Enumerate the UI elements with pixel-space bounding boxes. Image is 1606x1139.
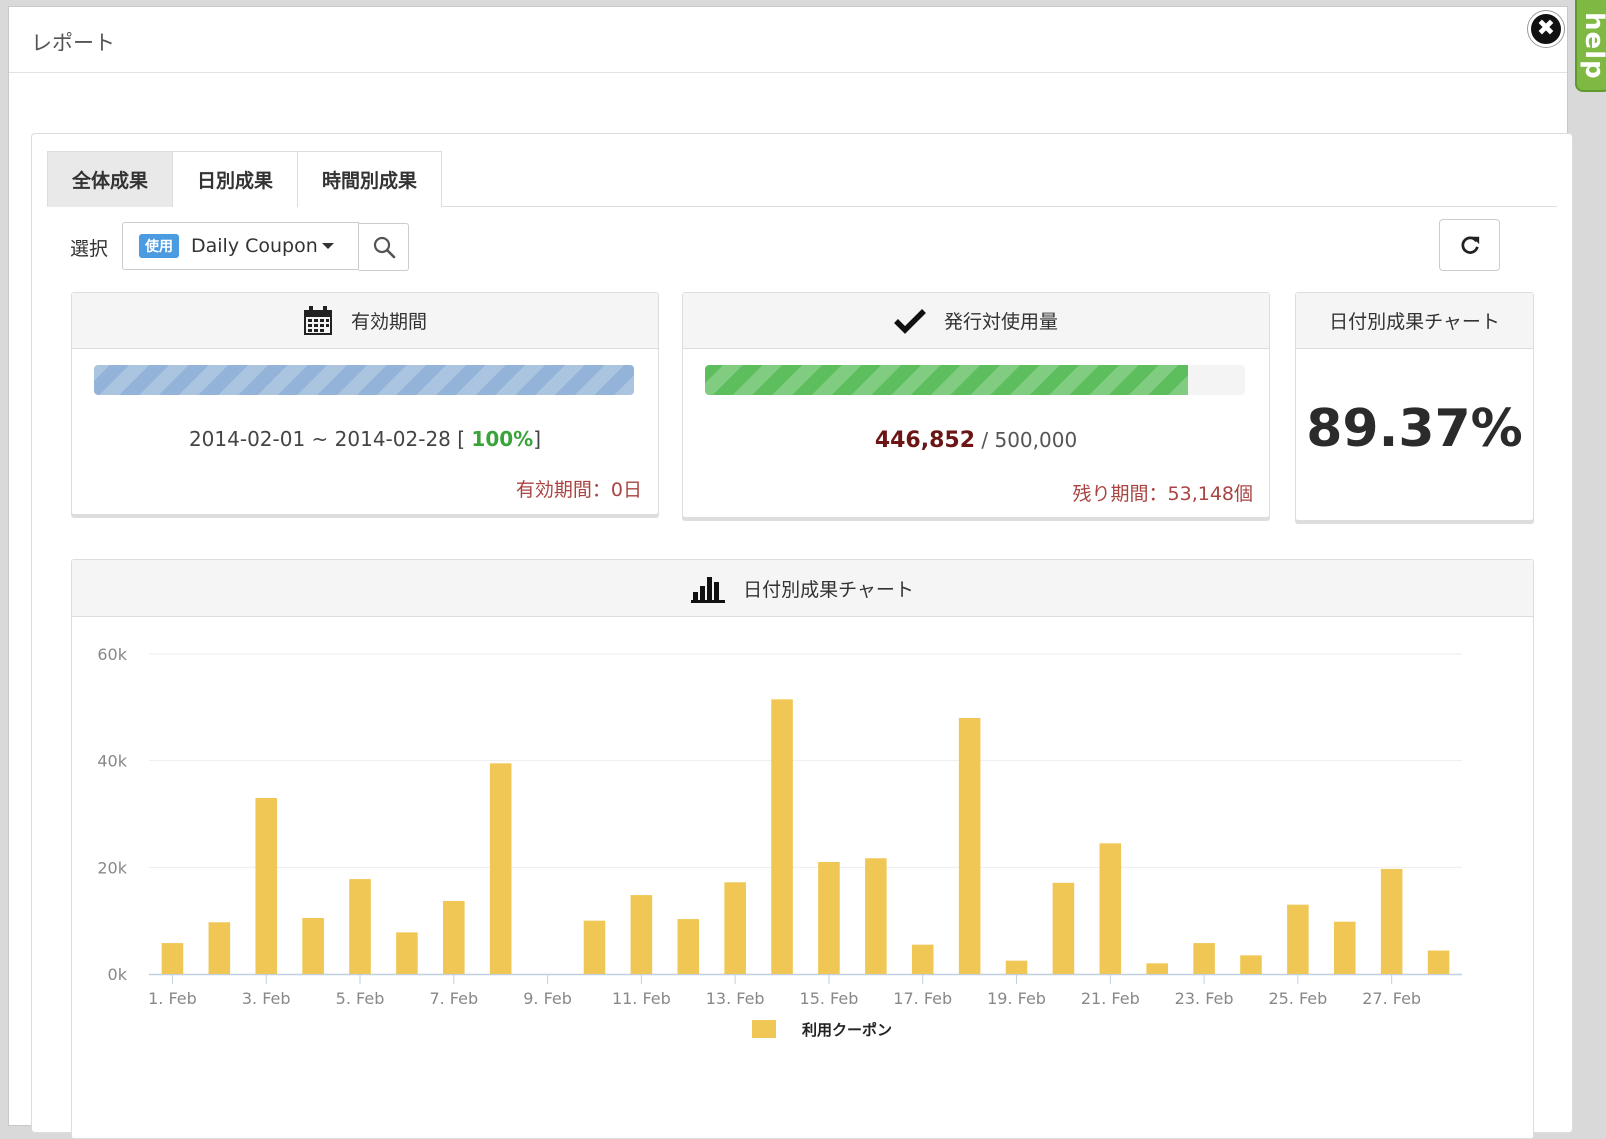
tab-hourly-label: 時間別成果 — [322, 170, 418, 192]
chart-bar — [1240, 955, 1262, 974]
search-icon — [373, 236, 395, 259]
coupon-dropdown-value: Daily Coupon — [191, 235, 318, 257]
period-card: 有効期間 2014-02-01 ~ 2014-02-28 [ 100%] 有効期… — [71, 292, 659, 515]
chart-bar — [1380, 868, 1403, 974]
legend-label: 利用クーポン — [802, 1021, 892, 1039]
usage-rate-value: 89.37% — [1306, 399, 1523, 459]
chart-bar — [1099, 843, 1122, 974]
period-percent: 100% — [471, 427, 534, 451]
chart-bar — [443, 900, 465, 974]
tab-daily[interactable]: 日別成果 — [172, 151, 299, 207]
x-tick-label: 27. Feb — [1362, 989, 1421, 1008]
usage-card-header: 発行対使用量 — [683, 293, 1269, 349]
x-tick-label: 23. Feb — [1175, 989, 1234, 1008]
chart-bar — [1287, 904, 1309, 974]
usage-total: / 500,000 — [981, 428, 1078, 452]
x-tick-label: 5. Feb — [336, 989, 385, 1008]
rate-card: 日付別成果チャート 89.37% — [1295, 292, 1534, 521]
chart-bar — [1193, 943, 1215, 974]
usage-badge: 使用 — [139, 234, 179, 258]
chart-bar — [958, 718, 981, 974]
close-label: ✖ — [1536, 16, 1556, 41]
x-tick-label: 17. Feb — [893, 989, 952, 1008]
x-tick-label: 9. Feb — [523, 989, 572, 1008]
chart-bar — [865, 858, 887, 974]
x-tick-label: 15. Feb — [800, 989, 859, 1008]
x-tick-label: 11. Feb — [612, 989, 671, 1008]
help-label: help — [1579, 12, 1606, 80]
x-tick-label: 25. Feb — [1268, 989, 1327, 1008]
rate-card-header: 日付別成果チャート — [1296, 293, 1533, 349]
y-tick-label: 60k — [97, 645, 127, 664]
y-tick-label: 40k — [97, 752, 127, 771]
refresh-icon — [1461, 236, 1479, 254]
period-range: 2014-02-01 ~ 2014-02-28 — [188, 427, 451, 451]
chart-bar — [1052, 882, 1075, 974]
bar-chart-icon — [691, 573, 726, 603]
usage-progress-bar — [705, 365, 1245, 395]
tab-daily-label: 日別成果 — [197, 170, 274, 192]
period-range-text: 2014-02-01 ~ 2014-02-28 [ 100%] — [188, 427, 542, 451]
chart-bar — [349, 879, 371, 974]
x-tick-label: 1. Feb — [148, 989, 197, 1008]
chevron-down-icon — [321, 243, 334, 249]
chart-bar — [818, 862, 840, 974]
selector-row: 選択 使用 Daily Coupon — [70, 222, 1570, 271]
help-tab[interactable]: help — [1575, 0, 1606, 92]
chart-bar — [771, 699, 793, 974]
search-button[interactable] — [359, 223, 409, 271]
chart-bar — [630, 895, 653, 974]
x-tick-label: 13. Feb — [706, 989, 765, 1008]
chart-bar — [302, 918, 324, 974]
chart-bar — [911, 944, 934, 974]
legend-swatch — [752, 1020, 776, 1038]
x-tick-label: 3. Feb — [242, 989, 291, 1008]
y-tick-label: 20k — [97, 858, 127, 877]
chart-bar — [396, 932, 418, 974]
tab-overall[interactable]: 全体成果 — [47, 151, 174, 207]
period-card-title: 有効期間 — [350, 311, 427, 333]
usage-card-title: 発行対使用量 — [943, 311, 1058, 333]
close-icon[interactable]: ✖ — [1528, 11, 1564, 47]
chart-bar — [1427, 950, 1450, 974]
usage-card: 発行対使用量 446,852 / 500,000 残り期間：53,148個 — [682, 292, 1270, 518]
modal-title: レポート — [31, 31, 115, 55]
daily-bar-chart: 0k 20k 40k 60k 1. Feb 3. Feb 5. Feb 7. Feb 9. Fe… — [97, 645, 1462, 1039]
chart-bar — [583, 920, 606, 974]
chart-bar — [489, 763, 512, 974]
chart-bar — [1005, 960, 1028, 974]
usage-used: 446,852 — [874, 428, 976, 453]
chart-bar — [161, 943, 184, 974]
period-card-header: 有効期間 — [72, 293, 658, 349]
x-tick-label: 21. Feb — [1081, 989, 1140, 1008]
checkmark-icon — [894, 308, 926, 334]
refresh-button[interactable] — [1439, 219, 1500, 271]
chart-bar — [677, 919, 700, 974]
tab-overall-label: 全体成果 — [72, 169, 149, 192]
calendar-icon — [303, 305, 333, 336]
chart-bar — [208, 922, 231, 974]
modal-header: レポート — [9, 7, 1567, 73]
daily-chart-card: 日付別成果チャート 0k 20k 40k 60k 1. Feb 3. Feb 5. Feb 7… — [71, 559, 1534, 1139]
chart-card-title: 日付別成果チャート — [743, 578, 914, 601]
usage-progress-fill — [705, 365, 1188, 395]
y-tick-label: 0k — [108, 965, 128, 984]
period-progress-fill — [94, 365, 634, 395]
report-tabs: 全体成果 日別成果 時間別成果 — [47, 151, 1557, 207]
x-tick-label: 7. Feb — [429, 989, 478, 1008]
x-tick-label: 19. Feb — [987, 989, 1046, 1008]
chart-card-header: 日付別成果チャート — [72, 560, 1533, 617]
chart-bar — [1146, 963, 1168, 974]
chart-bar — [255, 798, 278, 974]
period-progress-bar — [94, 365, 634, 395]
chart-bar — [724, 882, 746, 974]
usage-remaining: 残り期間：53,148個 — [1072, 483, 1253, 505]
coupon-dropdown[interactable]: 使用 Daily Coupon — [122, 222, 359, 270]
rate-card-title: 日付別成果チャート — [1329, 311, 1500, 333]
period-remaining: 有効期間：0日 — [515, 479, 642, 501]
selector-label: 選択 — [70, 238, 109, 260]
chart-bar — [1333, 921, 1356, 974]
tab-hourly[interactable]: 時間別成果 — [297, 151, 443, 207]
usage-amount-text: 446,852 / 500,000 — [683, 428, 1269, 453]
